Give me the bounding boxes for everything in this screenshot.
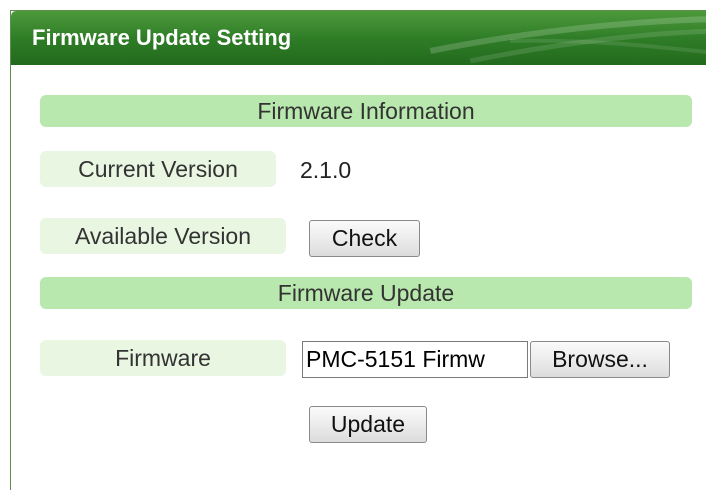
available-version-label: Available Version bbox=[40, 218, 286, 254]
firmware-information-header: Firmware Information bbox=[40, 95, 692, 127]
browse-button[interactable]: Browse... bbox=[530, 341, 670, 378]
firmware-update-header: Firmware Update bbox=[40, 277, 692, 309]
panel-title-bar: Firmware Update Setting bbox=[11, 11, 706, 65]
firmware-update-panel: Firmware Update Setting Firmware Informa… bbox=[10, 10, 706, 490]
current-version-value: 2.1.0 bbox=[300, 157, 352, 183]
update-button[interactable]: Update bbox=[309, 406, 427, 443]
panel-title: Firmware Update Setting bbox=[32, 25, 292, 50]
check-button[interactable]: Check bbox=[309, 220, 420, 257]
current-version-label: Current Version bbox=[40, 151, 276, 187]
firmware-label: Firmware bbox=[40, 340, 286, 376]
firmware-file-input[interactable]: PMC-5151 Firmw bbox=[302, 341, 528, 378]
